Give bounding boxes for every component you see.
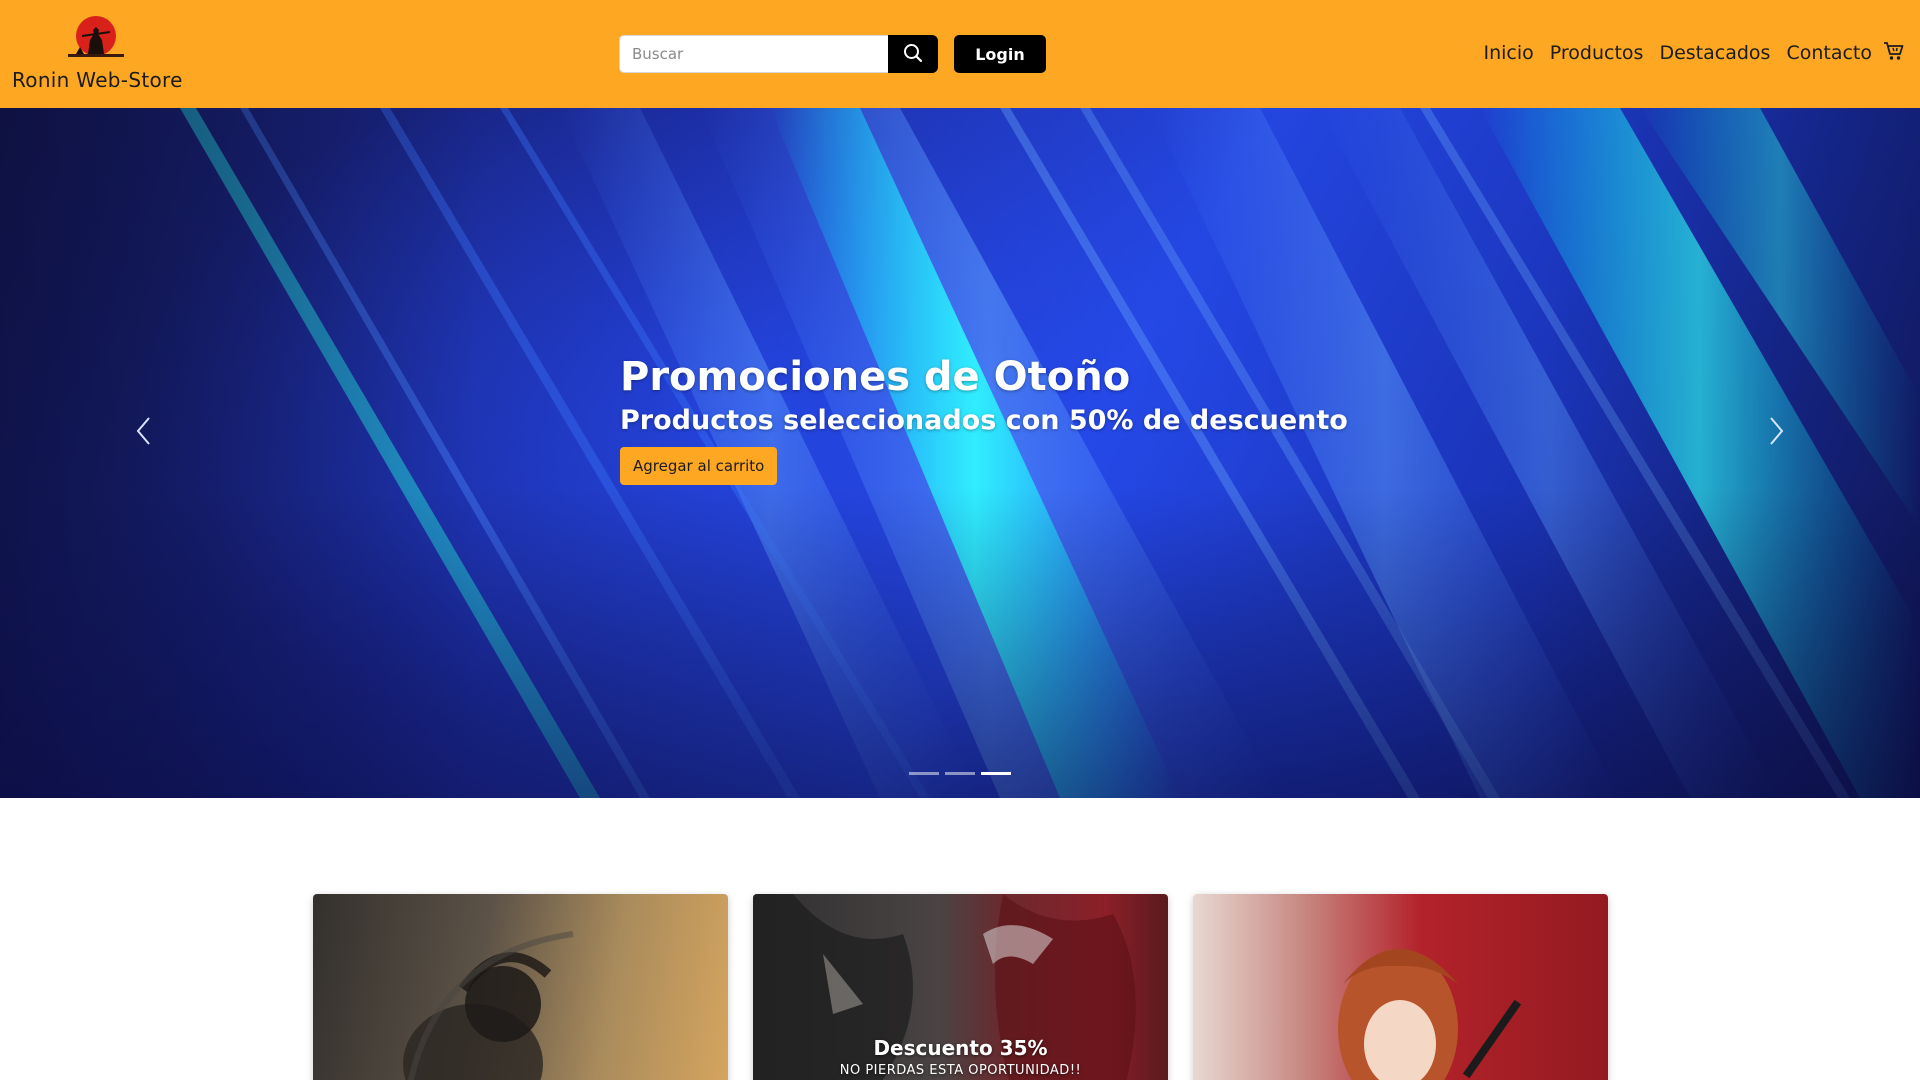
hero-subtitle: Productos seleccionados con 50% de descu… <box>620 405 1348 436</box>
hero-caption: Promociones de Otoño Productos seleccion… <box>620 353 1380 485</box>
promo-card-image <box>1338 949 1522 1080</box>
add-to-cart-button[interactable]: Agregar al carrito <box>620 447 778 485</box>
carousel-indicators <box>0 768 1920 780</box>
promo-card-title: Descuento 35% <box>873 1036 1048 1060</box>
nav-link-inicio[interactable]: Inicio <box>1484 42 1534 64</box>
chevron-right-icon <box>1766 415 1786 451</box>
promo-card-3[interactable] <box>1193 894 1608 1080</box>
login-button[interactable]: Login <box>954 35 1046 73</box>
promo-card-1[interactable] <box>313 894 728 1080</box>
promo-card-2[interactable]: Descuento 35% NO PIERDAS ESTA OPORTUNIDA… <box>753 894 1168 1080</box>
shopping-cart-icon <box>1883 40 1905 66</box>
top-navbar: Ronin Web-Store Login Inicio Productos D… <box>0 0 1920 108</box>
nav-link-contacto[interactable]: Contacto <box>1786 42 1872 64</box>
promo-card-subtitle: NO PIERDAS ESTA OPORTUNIDAD!! <box>839 1063 1082 1078</box>
carousel-indicator-1[interactable] <box>909 772 939 775</box>
search-button[interactable] <box>888 35 938 73</box>
cart-button[interactable] <box>1882 41 1906 65</box>
nav-link-productos[interactable]: Productos <box>1550 42 1644 64</box>
chevron-left-icon <box>134 415 154 451</box>
main-nav: Inicio Productos Destacados Contacto <box>1484 36 1907 70</box>
promo-cards: Descuento 35% NO PIERDAS ESTA OPORTUNIDA… <box>313 894 1608 1080</box>
nav-link-destacados[interactable]: Destacados <box>1659 42 1770 64</box>
carousel-prev-button[interactable] <box>114 403 174 463</box>
ronin-samurai-logo-icon <box>64 14 128 62</box>
hero-carousel: Promociones de Otoño Productos seleccion… <box>0 108 1920 798</box>
brand-home-link[interactable]: Ronin Web-Store <box>12 12 184 96</box>
carousel-next-button[interactable] <box>1746 403 1806 463</box>
carousel-indicator-3[interactable] <box>981 772 1011 775</box>
search-icon <box>903 43 923 66</box>
carousel-indicator-2[interactable] <box>945 772 975 775</box>
hero-title: Promociones de Otoño <box>620 354 1131 400</box>
promo-card-image <box>403 931 574 1080</box>
brand-name: Ronin Web-Store <box>12 68 183 92</box>
search-input[interactable] <box>619 35 889 73</box>
